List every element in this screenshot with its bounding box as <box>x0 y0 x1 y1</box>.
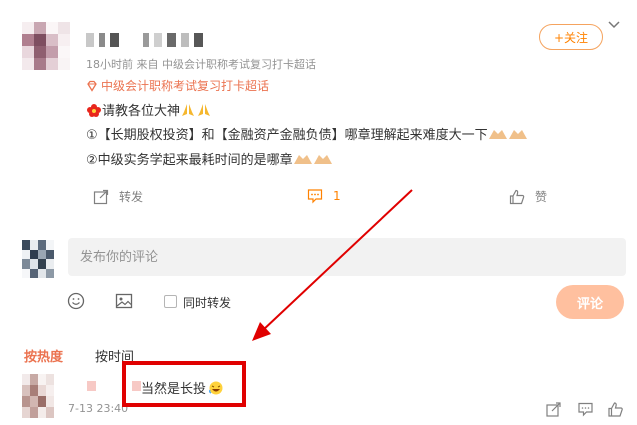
repost-icon <box>93 189 109 204</box>
comment-like-icon[interactable] <box>608 402 623 417</box>
highlight-annotation-box <box>122 361 246 407</box>
comment-input[interactable] <box>68 238 626 276</box>
like-action[interactable]: 赞 <box>509 188 547 205</box>
comment-time: 7-13 23:40 <box>68 402 129 415</box>
like-label: 赞 <box>535 190 548 204</box>
like-icon <box>509 189 525 204</box>
comment-count: 1 <box>333 189 341 203</box>
comment-action[interactable]: 1 <box>307 188 341 204</box>
commenter-name[interactable] <box>87 381 96 391</box>
supertopic-icon <box>87 80 97 92</box>
smile-icon[interactable] <box>67 292 85 310</box>
sort-by-hot-tab[interactable]: 按热度 <box>24 346 63 365</box>
image-icon[interactable] <box>115 292 133 310</box>
submit-comment-button[interactable]: 评论 <box>556 285 624 319</box>
post-text-line2: ①【长期股权投资】和【金融资产金融负债】哪章理解起来难度大一下 <box>86 124 528 143</box>
post-question-2: ②中级实务学起来最耗时间的是哪章 <box>86 153 293 168</box>
supertopic-link[interactable]: 中级会计职称考试复习打卡超话 <box>86 77 269 94</box>
post-text-line3: ②中级实务学起来最耗时间的是哪章 <box>86 149 333 168</box>
supertopic-label: 中级会计职称考试复习打卡超话 <box>101 79 270 93</box>
comment-icon <box>307 189 323 204</box>
pray-emoji <box>198 103 211 116</box>
repost-label: 转发 <box>119 190 144 204</box>
post-question-intro: 请教各位大神 <box>102 104 181 119</box>
repost-checkbox-label: 同时转发 <box>183 296 232 310</box>
hands-emoji <box>508 129 527 139</box>
share-icon[interactable] <box>546 402 561 417</box>
post-question-1: ①【长期股权投资】和【金融资产金融负债】哪章理解起来难度大一下 <box>86 128 488 143</box>
follow-button[interactable]: +关注 <box>539 24 603 50</box>
chevron-down-icon[interactable] <box>607 20 621 30</box>
pray-emoji <box>182 103 195 116</box>
repost-checkbox[interactable] <box>164 295 177 308</box>
hands-emoji <box>488 129 507 139</box>
post-meta: 18小时前 来自 中级会计职称考试复习打卡超话 <box>86 58 316 71</box>
post-username[interactable] <box>86 32 203 48</box>
commenter-avatar[interactable] <box>22 374 54 418</box>
flower-emoji <box>87 103 101 117</box>
reply-icon[interactable] <box>578 402 593 417</box>
post-avatar[interactable] <box>22 22 70 70</box>
post-text-line1: 请教各位大神 <box>86 100 212 119</box>
repost-action[interactable]: 转发 <box>93 188 143 205</box>
viewer-avatar <box>22 240 54 278</box>
hands-emoji <box>313 154 332 164</box>
hands-emoji <box>293 154 312 164</box>
